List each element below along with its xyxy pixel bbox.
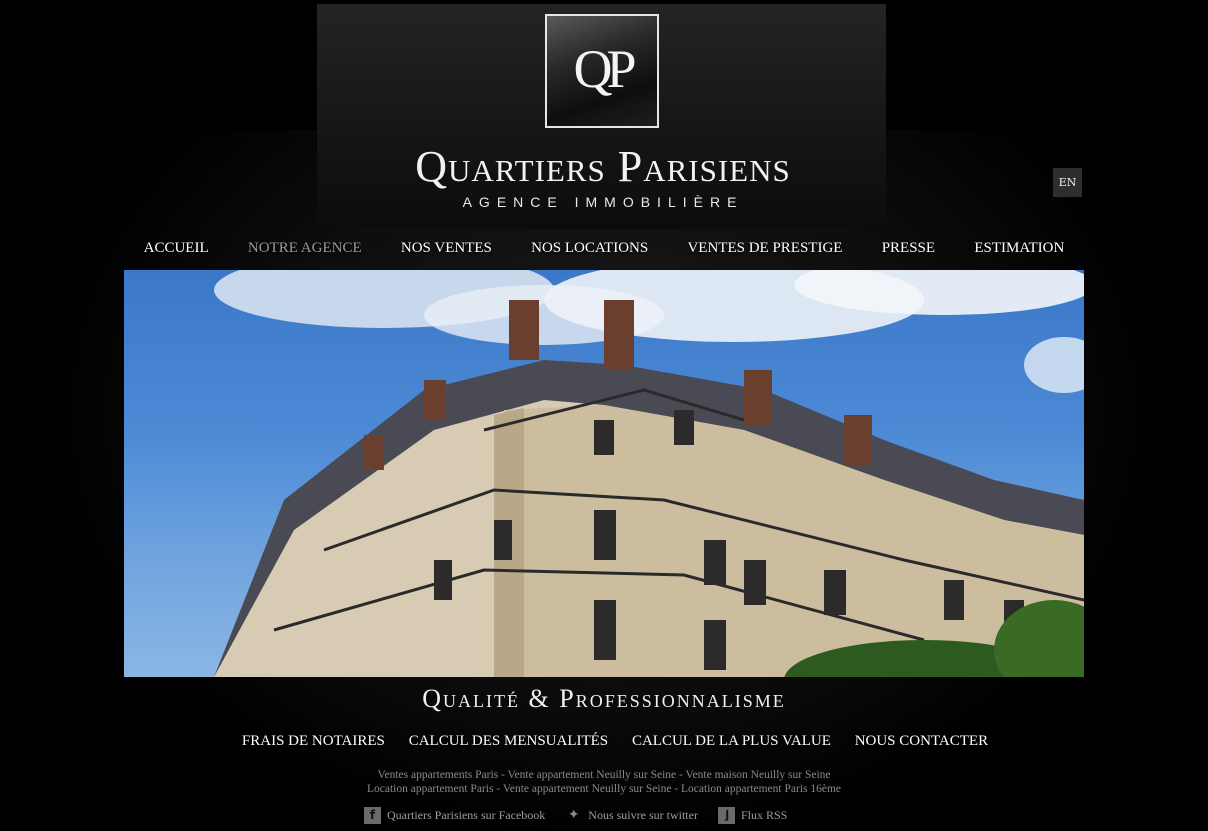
rss-link[interactable]: ⌋ Flux RSS [717,806,788,824]
nav-item-accueil[interactable]: ACCUEIL [144,240,209,257]
seo-link[interactable]: Vente maison Neuilly sur Seine [686,769,831,781]
nav-item-nos-ventes[interactable]: NOS VENTES [401,240,492,257]
rss-label: Flux RSS [740,807,788,822]
seo-separator: - [671,783,682,795]
language-toggle-button[interactable]: EN [1053,168,1082,197]
main-nav: ACCUEIL NOTRE AGENCE NOS VENTES NOS LOCA… [124,236,1084,260]
secondary-nav: FRAIS DE NOTAIRES CALCUL DES MENSUALITÉS… [230,730,1000,752]
seo-separator: - [498,769,508,781]
brand-name: Quartiers Parisiens [415,142,791,191]
nav-item-notre-agence[interactable]: NOTRE AGENCE [248,240,362,257]
twitter-link[interactable]: ✦ Nous suivre sur twitter [565,807,698,824]
slogan: Qualité & Professionnalisme [422,684,786,713]
nav-item-presse[interactable]: PRESSE [882,240,935,257]
building-illustration [214,270,1084,677]
nav-item-ventes-de-prestige[interactable]: VENTES DE PRESTIGE [687,240,842,257]
rss-icon: ⌋ [717,806,735,824]
facebook-icon: f [364,806,381,824]
subnav-calcul-mensualites[interactable]: CALCUL DES MENSUALITÉS [409,733,608,750]
subnav-calcul-plus-value[interactable]: CALCUL DE LA PLUS VALUE [632,733,831,750]
facebook-link[interactable]: f Quartiers Parisiens sur Facebook [364,806,546,824]
nav-item-nos-locations[interactable]: NOS LOCATIONS [531,240,648,257]
seo-separator: - [676,769,686,781]
seo-link[interactable]: Location appartement Paris 16ème [681,783,841,795]
subnav-frais-de-notaires[interactable]: FRAIS DE NOTAIRES [242,733,385,750]
twitter-label: Nous suivre sur twitter [588,807,698,822]
facebook-label: Quartiers Parisiens sur Facebook [387,807,546,822]
seo-separator: - [493,783,503,795]
social-links: f Quartiers Parisiens sur Facebook ✦ Nou… [364,806,844,824]
brand-tagline: AGENCE IMMOBILIÈRE [462,194,744,210]
hero-image [124,270,1084,677]
seo-links: Ventes appartements Paris - Vente appart… [300,768,908,796]
twitter-bird-icon: ✦ [567,807,580,823]
seo-link[interactable]: Location appartement Paris [367,783,493,795]
seo-link[interactable]: Ventes appartements Paris [377,769,498,781]
subnav-nous-contacter[interactable]: NOUS CONTACTER [855,733,988,750]
logo-letters: QP [573,39,636,99]
seo-line-1: Ventes appartements Paris - Vente appart… [300,768,908,782]
logo[interactable]: QP [545,14,659,128]
nav-item-estimation[interactable]: ESTIMATION [974,240,1064,257]
seo-link[interactable]: Vente appartement Neuilly sur Seine [508,769,677,781]
seo-line-2: Location appartement Paris - Vente appar… [300,782,908,796]
seo-link[interactable]: Vente appartement Neuilly sur Seine [503,783,672,795]
